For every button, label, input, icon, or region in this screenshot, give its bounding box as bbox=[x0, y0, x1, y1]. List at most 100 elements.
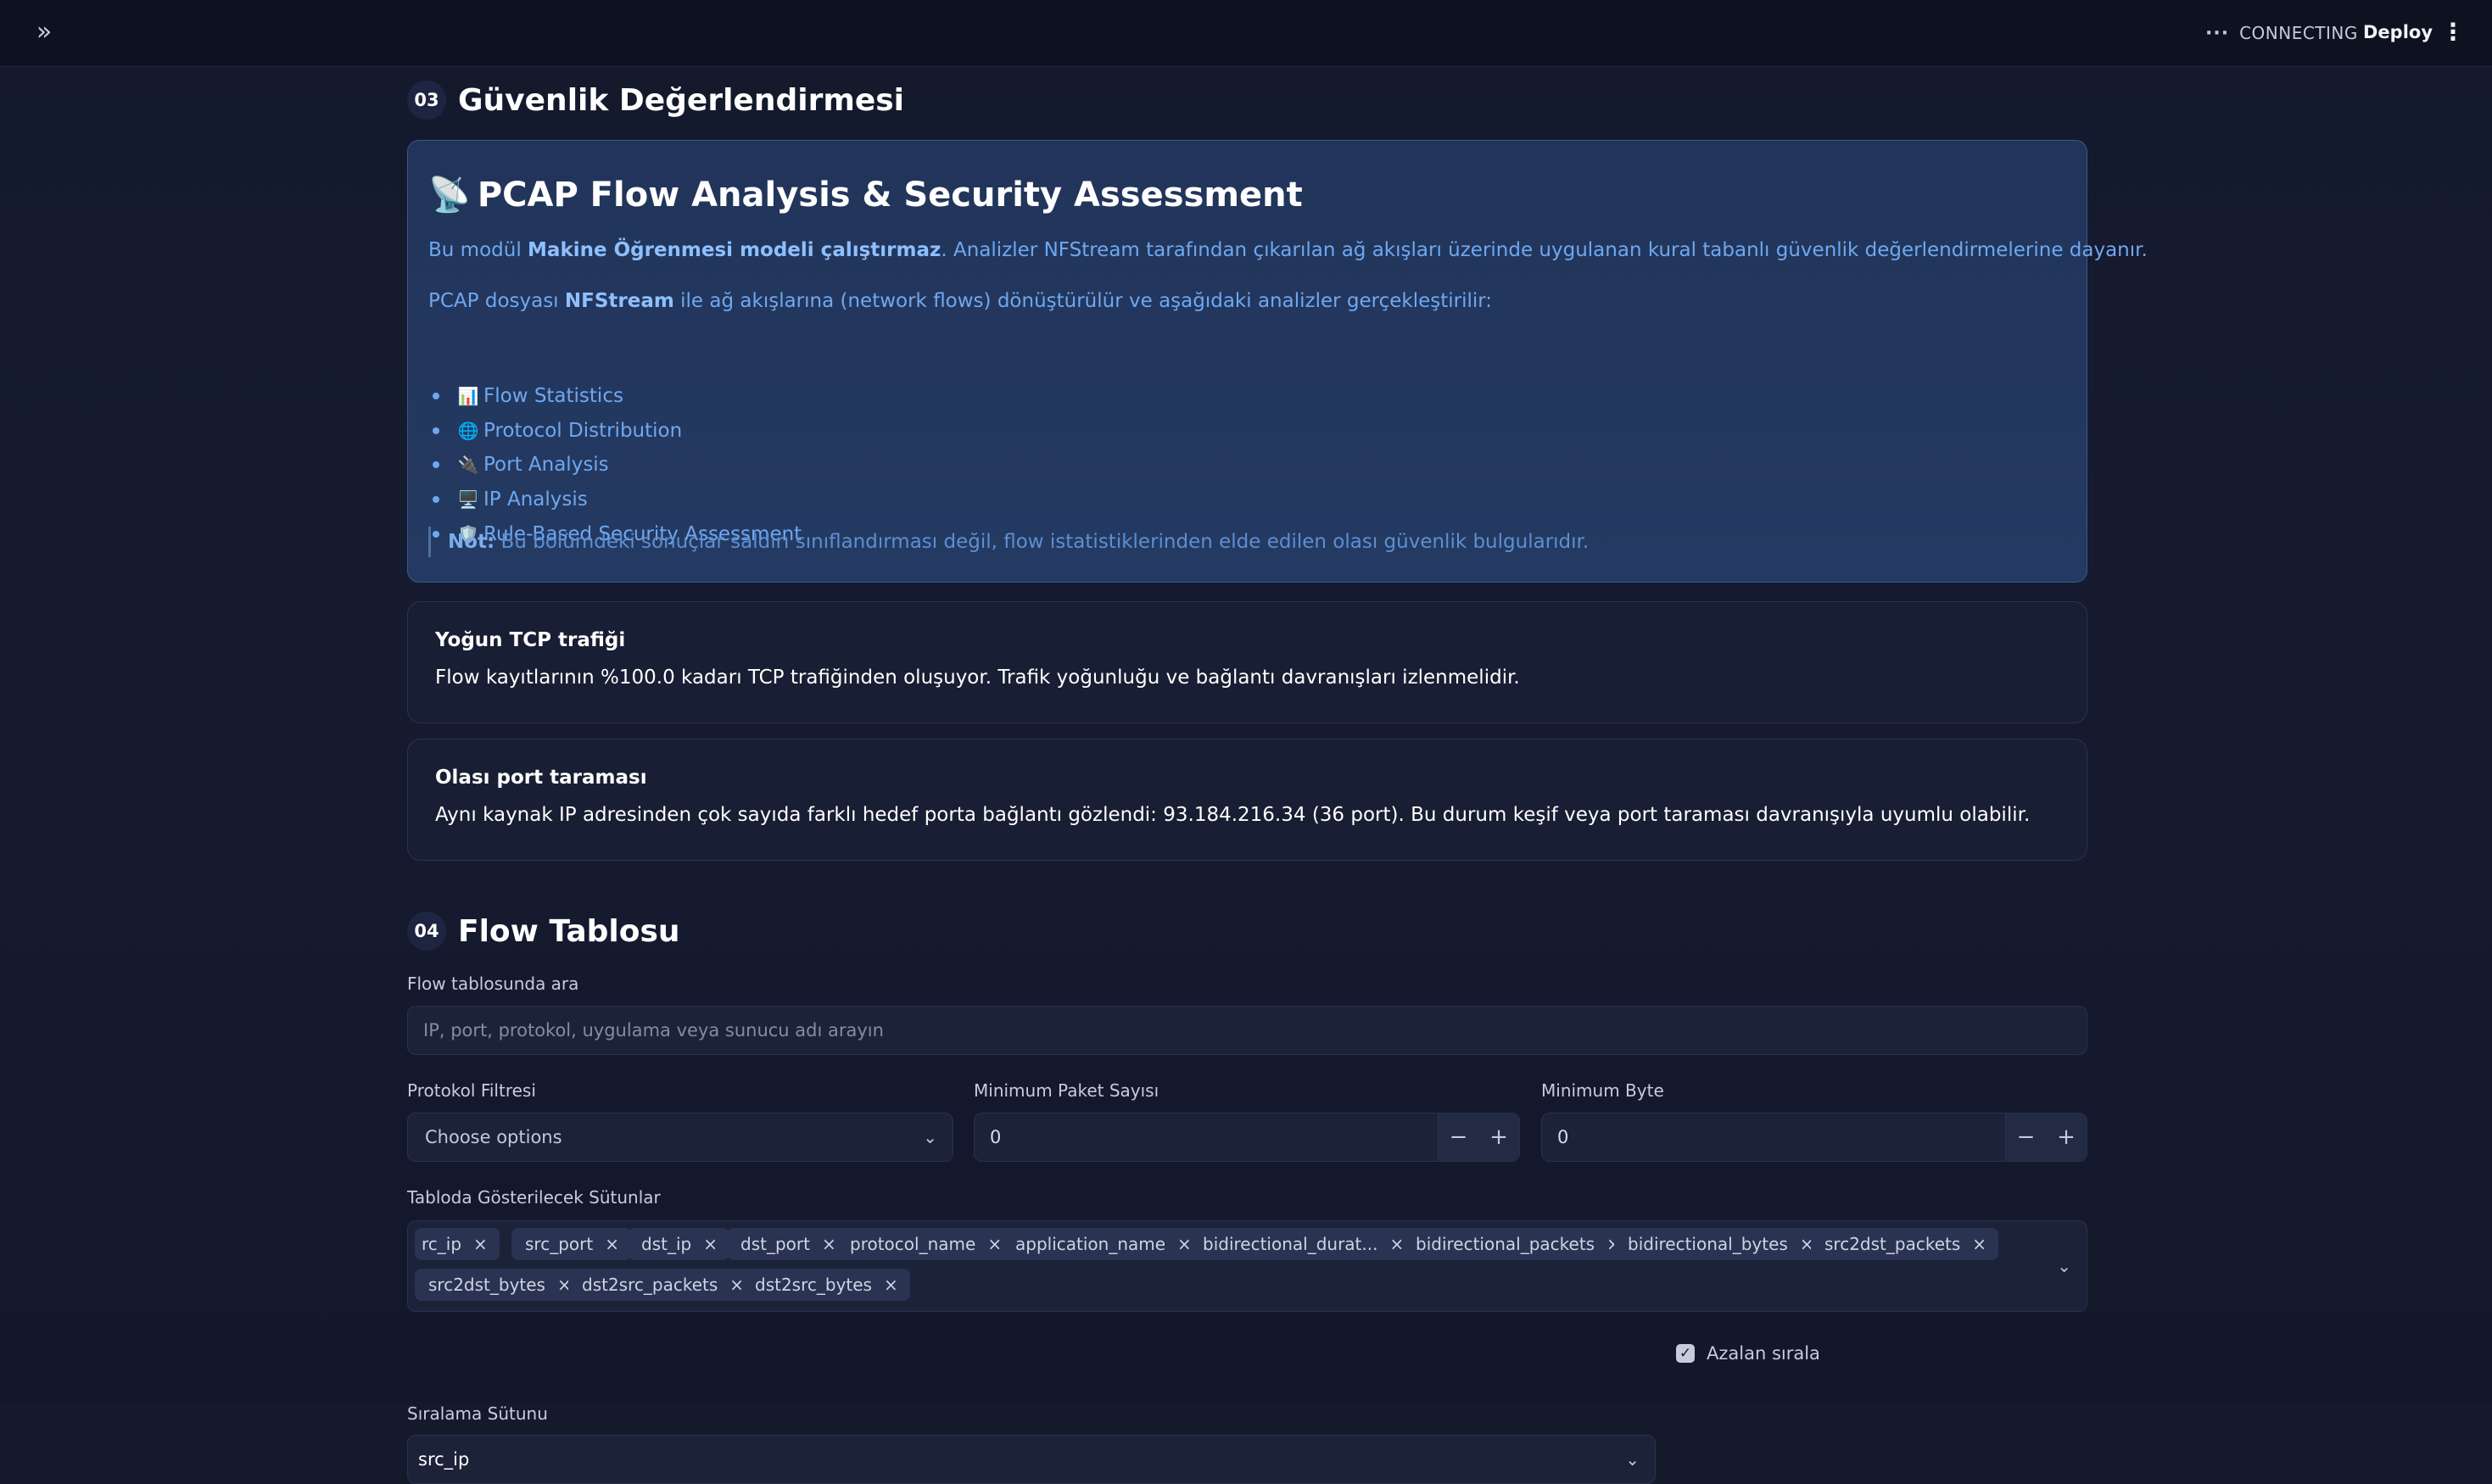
chip-label: dst_port bbox=[740, 1234, 810, 1254]
column-chip[interactable]: src_port × bbox=[511, 1228, 631, 1260]
column-chip[interactable]: dst_port × bbox=[727, 1228, 848, 1260]
alert-card-port-scan: Olası port taraması Aynı kaynak IP adres… bbox=[407, 739, 2087, 861]
increment-icon[interactable]: + bbox=[2046, 1113, 2087, 1161]
chip-label: dst_ip bbox=[641, 1234, 692, 1254]
decrement-icon[interactable]: − bbox=[2005, 1113, 2046, 1161]
alert-card-tcp: Yoğun TCP trafiği Flow kayıtlarının %100… bbox=[407, 601, 2087, 723]
chip-label: dst2src_bytes bbox=[755, 1275, 872, 1295]
search-label: Flow tablosunda ara bbox=[407, 974, 579, 994]
info-bold-text: NFStream bbox=[564, 290, 674, 312]
column-chip[interactable]: src2dst_packets × bbox=[1811, 1228, 1999, 1260]
descending-checkbox[interactable]: ✓ Azalan sırala bbox=[1676, 1343, 1820, 1364]
list-item-label: Port Analysis bbox=[483, 454, 609, 476]
info-note: Not: Bu bölümdeki sonuçlar saldırı sınıf… bbox=[428, 527, 1589, 557]
protocol-filter-label: Protokol Filtresi bbox=[407, 1080, 536, 1101]
expand-sidebar-icon[interactable]: » bbox=[29, 17, 59, 47]
column-chip[interactable]: bidirectional_durat... × bbox=[1189, 1228, 1416, 1260]
column-chip[interactable]: bidirectional_packets× bbox=[1402, 1228, 1633, 1260]
close-icon[interactable]: × bbox=[822, 1234, 836, 1254]
sort-column-value: src_ip bbox=[418, 1449, 470, 1470]
info-box: 📡 PCAP Flow Analysis & Security Assessme… bbox=[407, 140, 2148, 583]
column-chip[interactable]: dst_ip × bbox=[628, 1228, 729, 1260]
sort-column-label: Sıralama Sütunu bbox=[407, 1403, 548, 1424]
bullet-dot bbox=[433, 393, 439, 399]
chip-label: src2dst_bytes bbox=[428, 1275, 545, 1295]
chip-label: dst2src_packets bbox=[582, 1275, 718, 1295]
list-item-label: Flow Statistics bbox=[483, 385, 623, 407]
note-text: Bu bölümdeki sonuçlar saldırı sınıflandı… bbox=[494, 531, 1590, 553]
descending-label: Azalan sırala bbox=[1707, 1343, 1820, 1364]
chevron-down-icon: ⌄ bbox=[1625, 1449, 1640, 1470]
columns-multiselect[interactable]: rc_ip × src_port × dst_ip × dst_port × proto… bbox=[407, 1220, 2087, 1312]
min-packets-value[interactable]: 0 bbox=[975, 1127, 1438, 1147]
min-bytes-value[interactable]: 0 bbox=[1542, 1127, 2005, 1147]
ellipsis-icon: ··· bbox=[2205, 22, 2230, 44]
protocol-filter-select[interactable]: Choose options ⌄ bbox=[407, 1113, 953, 1162]
kebab-menu-icon[interactable]: ⋮ bbox=[2441, 15, 2465, 49]
list-item: 🌐 Protocol Distribution bbox=[428, 414, 682, 448]
column-chip[interactable]: application_name × bbox=[1002, 1228, 1204, 1260]
list-item: 🖥️ IP Analysis bbox=[428, 483, 588, 516]
list-item-label: Protocol Distribution bbox=[483, 420, 683, 442]
close-icon[interactable]: × bbox=[473, 1234, 488, 1254]
section-number-badge: 04 bbox=[407, 912, 446, 951]
bullet-dot bbox=[433, 496, 439, 503]
columns-label: Tabloda Gösterilecek Sütunlar bbox=[407, 1187, 661, 1208]
section-number-badge: 03 bbox=[407, 81, 446, 120]
section-title: Güvenlik Değerlendirmesi bbox=[458, 82, 905, 118]
min-packets-stepper[interactable]: 0 − + bbox=[974, 1113, 1520, 1162]
close-icon[interactable]: × bbox=[605, 1234, 619, 1254]
info-text: . Analizler NFStream tarafından çıkarıla… bbox=[941, 239, 2148, 261]
alert-title: Olası port taraması bbox=[435, 767, 647, 789]
bullet-dot bbox=[433, 461, 439, 468]
min-bytes-label: Minimum Byte bbox=[1541, 1080, 1664, 1101]
sort-column-select[interactable]: src_ip ⌄ bbox=[407, 1435, 1656, 1484]
alert-text: Aynı kaynak IP adresinden çok sayıda far… bbox=[435, 804, 2031, 826]
bullet-dot bbox=[433, 427, 439, 434]
list-item-label: IP Analysis bbox=[483, 488, 588, 510]
chip-label: src2dst_packets bbox=[1824, 1234, 1961, 1254]
column-chip[interactable]: dst2src_bytes × bbox=[741, 1269, 910, 1301]
info-text: ile ağ akışlarına (network flows) dönüşt… bbox=[673, 290, 1493, 312]
chip-label: bidirectional_durat... bbox=[1203, 1234, 1378, 1254]
increment-icon[interactable]: + bbox=[1478, 1113, 1519, 1161]
alert-title: Yoğun TCP trafiği bbox=[435, 629, 626, 651]
info-text: PCAP dosyası bbox=[428, 290, 565, 312]
decrement-icon[interactable]: − bbox=[1438, 1113, 1478, 1161]
chip-label: protocol_name bbox=[850, 1234, 976, 1254]
plug-icon: 🔌 bbox=[457, 455, 479, 475]
connection-status: ··· CONNECTING bbox=[2205, 20, 2358, 46]
info-title-text: PCAP Flow Analysis & Security Assessment bbox=[477, 175, 1303, 215]
section-header-security: 03 Güvenlik Değerlendirmesi bbox=[407, 81, 904, 120]
checkmark-icon[interactable]: ✓ bbox=[1676, 1344, 1695, 1363]
section-header-flow-table: 04 Flow Tablosu bbox=[407, 912, 680, 951]
list-item: 🔌 Port Analysis bbox=[428, 448, 609, 482]
column-chip[interactable]: dst2src_packets × bbox=[568, 1269, 757, 1301]
list-item: 📊 Flow Statistics bbox=[428, 379, 623, 413]
column-chip[interactable]: protocol_name × bbox=[836, 1228, 1014, 1260]
chip-label: src_port bbox=[525, 1234, 594, 1254]
chip-label: rc_ip bbox=[422, 1234, 462, 1254]
protocol-filter-placeholder: Choose options bbox=[425, 1127, 562, 1147]
close-icon[interactable]: × bbox=[1972, 1234, 1986, 1254]
chevron-down-icon[interactable]: ⌄ bbox=[2057, 1256, 2071, 1276]
monitor-icon: 🖥️ bbox=[457, 489, 479, 510]
chip-label: bidirectional_packets bbox=[1416, 1234, 1595, 1254]
note-label: Not: bbox=[448, 531, 495, 553]
chip-label: application_name bbox=[1015, 1234, 1166, 1254]
chevron-down-icon: ⌄ bbox=[923, 1127, 937, 1147]
deploy-button[interactable]: Deploy bbox=[2363, 17, 2433, 47]
info-text: Bu modül bbox=[428, 239, 528, 261]
close-icon[interactable]: × bbox=[987, 1234, 1002, 1254]
column-chip[interactable]: rc_ip × bbox=[415, 1228, 500, 1260]
min-packets-label: Minimum Paket Sayısı bbox=[974, 1080, 1159, 1101]
alert-text: Flow kayıtlarının %100.0 kadarı TCP traf… bbox=[435, 667, 1520, 689]
info-paragraph-1: Bu modül Makine Öğrenmesi modeli çalıştı… bbox=[428, 237, 2148, 263]
close-icon[interactable]: × bbox=[703, 1234, 718, 1254]
flow-search-input[interactable] bbox=[407, 1006, 2087, 1055]
close-icon[interactable]: × bbox=[884, 1275, 898, 1295]
connection-status-label: CONNECTING bbox=[2239, 23, 2358, 43]
column-chip[interactable]: bidirectional_bytes × bbox=[1614, 1228, 1826, 1260]
min-bytes-stepper[interactable]: 0 − + bbox=[1541, 1113, 2087, 1162]
column-chip[interactable]: src2dst_bytes × bbox=[415, 1269, 584, 1301]
